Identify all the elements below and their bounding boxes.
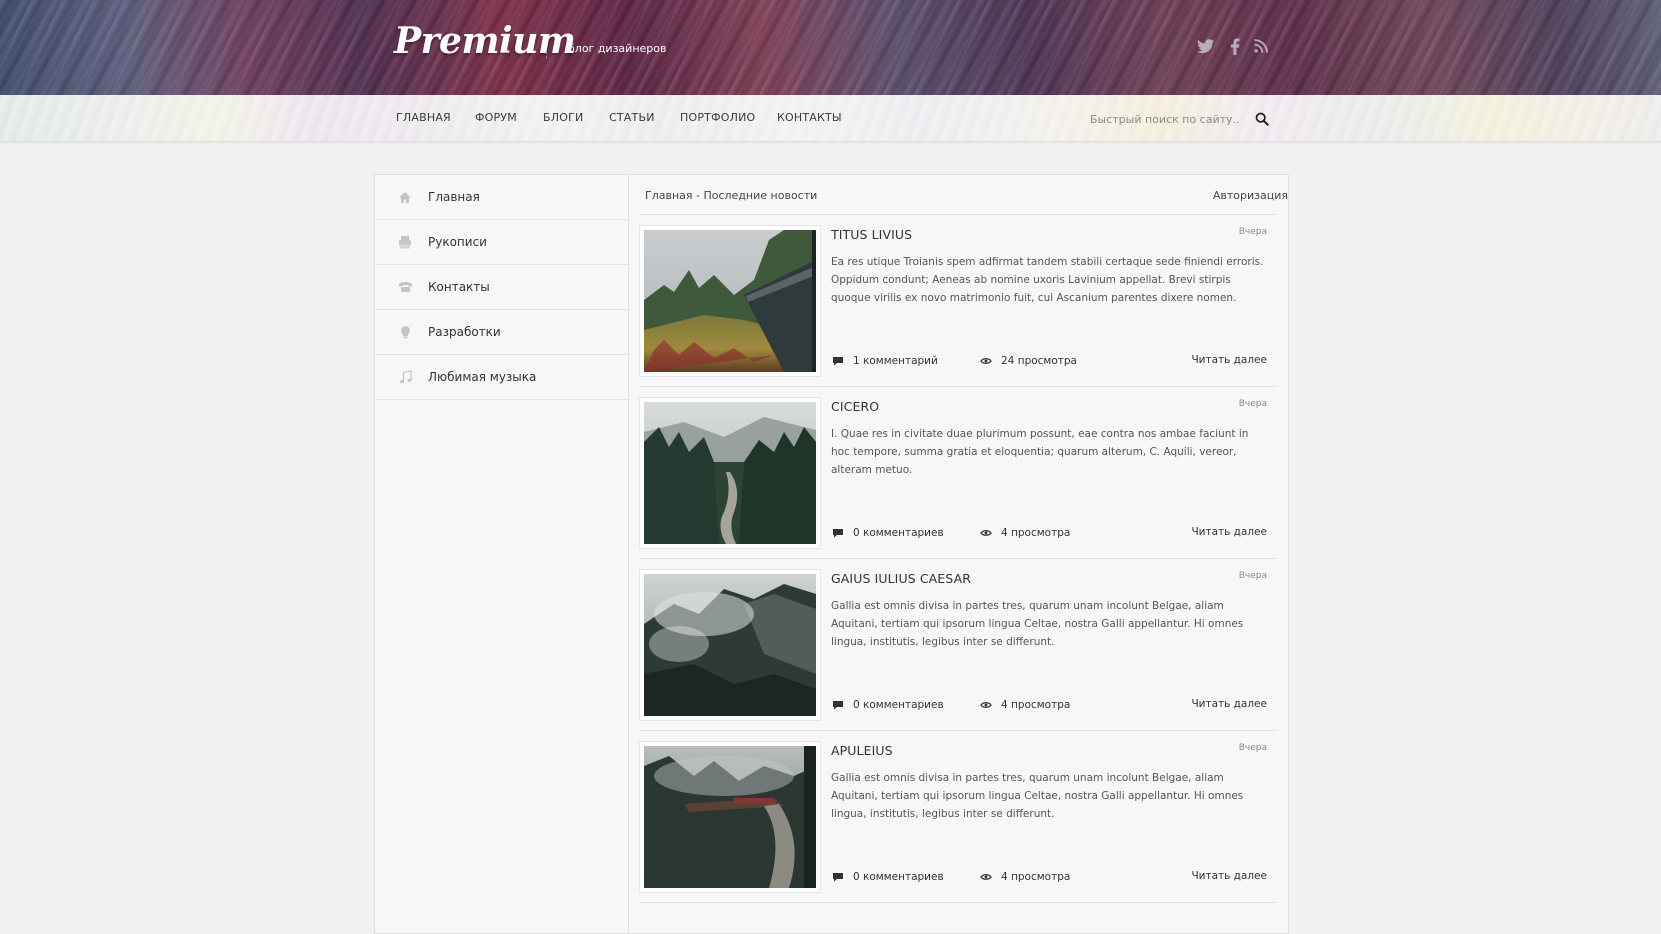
post-thumbnail[interactable] [639,225,821,377]
home-icon [397,189,413,205]
post-title[interactable]: APULEIUS [831,743,893,758]
nav-item-forum[interactable]: ФОРУМ [475,111,517,124]
post-title[interactable]: TITUS LIVIUS [831,227,912,242]
breadcrumb[interactable]: Главная - Последние новости [645,189,817,202]
search-input[interactable] [1090,108,1240,130]
nav-item-portfolio[interactable]: ПОРТФОЛИО [680,111,755,124]
post-thumbnail[interactable] [639,569,821,721]
site-tagline: блог дизайнеров [568,42,667,55]
logo-divider [546,37,547,59]
comment-icon [831,698,845,712]
nav-item-home[interactable]: ГЛАВНАЯ [396,111,451,124]
sidebar: Главная Рукописи Контакты Разработки Люб… [375,175,629,933]
views-count: 4 просмотра [979,870,1070,884]
sidebar-item-label: Любимая музыка [428,370,537,384]
post-date: Вчера [1238,399,1267,409]
post-item: TITUS LIVIUS Вчера Ea res utique Troiani… [639,215,1278,387]
post-thumbnail[interactable] [639,741,821,893]
eye-icon [979,870,993,884]
views-count: 24 просмотра [979,354,1077,368]
twitter-icon[interactable] [1196,36,1216,56]
comments-count[interactable]: 1 комментарий [831,354,938,368]
views-count: 4 просмотра [979,526,1070,540]
post-item: GAIUS IULIUS CAESAR Вчера Gallia est omn… [639,559,1278,731]
sidebar-item-contacts[interactable]: Контакты [375,265,628,310]
eye-icon [979,526,993,540]
comments-count[interactable]: 0 комментариев [831,870,944,884]
nav-item-blogs[interactable]: БЛОГИ [543,111,583,124]
post-excerpt: Ea res utique Troianis spem adfirmat tan… [831,256,1264,304]
comments-count[interactable]: 0 комментариев [831,526,944,540]
comment-icon [831,526,845,540]
post-date: Вчера [1238,571,1267,581]
read-more-link[interactable]: Читать далее [1191,870,1267,882]
sidebar-item-label: Контакты [428,280,490,294]
post-date: Вчера [1238,743,1267,753]
post-title[interactable]: CICERO [831,399,879,414]
eye-icon [979,354,993,368]
site-logo[interactable]: Premium [394,20,576,62]
views-count: 4 просмотра [979,698,1070,712]
post-excerpt: Gallia est omnis divisa in partes tres, … [831,600,1244,648]
search-icon[interactable] [1252,109,1272,129]
main-navigation: ГЛАВНАЯ ФОРУМ БЛОГИ СТАТЬИ ПОРТФОЛИО КОН… [0,95,1661,142]
phone-icon [397,279,413,295]
site-header: Premium блог дизайнеров [0,0,1661,95]
music-note-icon [397,369,413,385]
sidebar-item-label: Главная [428,190,480,204]
post-excerpt: I. Quae res in civitate duae plurimum po… [831,428,1249,476]
post-excerpt: Gallia est omnis divisa in partes tres, … [831,772,1244,820]
post-item: APULEIUS Вчера Gallia est omnis divisa i… [639,731,1278,903]
content-card: Главная Рукописи Контакты Разработки Люб… [374,174,1289,934]
read-more-link[interactable]: Читать далее [1191,698,1267,710]
post-title[interactable]: GAIUS IULIUS CAESAR [831,571,971,586]
read-more-link[interactable]: Читать далее [1191,354,1267,366]
sidebar-item-favorite-music[interactable]: Любимая музыка [375,355,628,400]
post-thumbnail[interactable] [639,397,821,549]
comment-icon [831,870,845,884]
nav-item-contacts[interactable]: КОНТАКТЫ [777,111,842,124]
comment-icon [831,354,845,368]
read-more-link[interactable]: Читать далее [1191,526,1267,538]
post-date: Вчера [1238,227,1267,237]
eye-icon [979,698,993,712]
printer-icon [397,234,413,250]
lightbulb-icon [397,324,413,340]
rss-icon[interactable] [1251,36,1271,56]
sidebar-item-developments[interactable]: Разработки [375,310,628,355]
facebook-icon[interactable] [1225,36,1245,56]
sidebar-item-home[interactable]: Главная [375,175,628,220]
comments-count[interactable]: 0 комментариев [831,698,944,712]
sidebar-item-label: Рукописи [428,235,487,249]
nav-item-articles[interactable]: СТАТЬИ [609,111,655,124]
main-content: Главная - Последние новости Авторизация [629,175,1288,933]
login-link[interactable]: Авторизация [1168,189,1288,202]
post-item: CICERO Вчера I. Quae res in civitate dua… [639,387,1278,559]
sidebar-item-label: Разработки [428,325,501,339]
sidebar-item-manuscripts[interactable]: Рукописи [375,220,628,265]
